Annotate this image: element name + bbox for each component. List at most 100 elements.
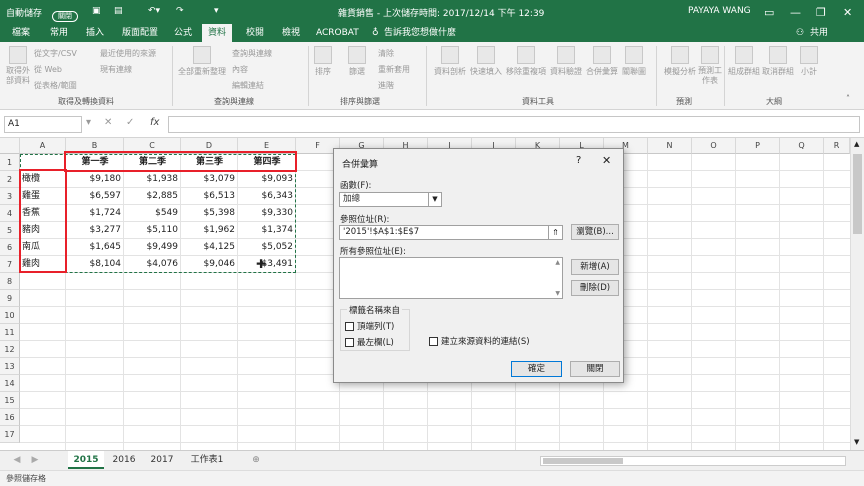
ok-button[interactable]: 確定 — [511, 361, 562, 377]
row-header[interactable]: 13 — [0, 358, 20, 375]
reapply-button[interactable]: 重新套用 — [378, 64, 410, 75]
tab-formulas[interactable]: 公式 — [174, 24, 192, 42]
filter-button[interactable]: 篩選 — [340, 46, 374, 77]
tab-file[interactable]: 檔案 — [12, 24, 30, 42]
top-row-checkbox[interactable]: 頂端列(T) — [345, 320, 394, 332]
tab-insert[interactable]: 插入 — [86, 24, 104, 42]
user-name[interactable]: PAYAYA WANG — [688, 6, 751, 16]
browse-button[interactable]: 瀏覽(B)... — [571, 224, 619, 240]
insert-function-icon[interactable]: fx — [150, 117, 159, 128]
redo-icon[interactable]: ↷ — [176, 6, 184, 16]
row-header[interactable]: 8 — [0, 273, 20, 290]
refresh-all-button[interactable]: 全部重新整理 — [176, 46, 228, 77]
row-header[interactable]: 2 — [0, 171, 20, 188]
tab-view[interactable]: 檢視 — [282, 24, 300, 42]
advanced-filter-button[interactable]: 進階 — [378, 80, 394, 91]
row-header[interactable]: 10 — [0, 307, 20, 324]
row-header[interactable]: 6 — [0, 239, 20, 256]
horizontal-scrollbar[interactable] — [540, 456, 846, 466]
get-data-button[interactable]: 取得外部資料 — [0, 46, 36, 86]
scroll-up-icon[interactable]: ▲ — [854, 140, 859, 148]
tell-me-search[interactable]: 告訴我您想做什麼 — [384, 24, 456, 42]
existing-connections-button[interactable]: 現有連線 — [100, 64, 132, 75]
ribbon-display-icon[interactable]: ▭ — [764, 6, 774, 19]
column-header[interactable]: N — [648, 138, 692, 154]
from-web-button[interactable]: 從 Web — [34, 64, 62, 75]
delete-button[interactable]: 刪除(D) — [571, 280, 619, 296]
row-header[interactable]: 15 — [0, 392, 20, 409]
subtotal-button[interactable]: 小計 — [792, 46, 826, 77]
close-button[interactable]: 關閉 — [570, 361, 620, 377]
from-text-button[interactable]: 從文字/CSV — [34, 48, 77, 59]
flash-fill-button[interactable]: 快速填入 — [466, 46, 506, 77]
undo-icon[interactable]: ↶▾ — [148, 6, 160, 16]
maximize-icon[interactable]: ❐ — [816, 6, 826, 19]
row-header[interactable]: 17 — [0, 426, 20, 443]
row-header[interactable]: 14 — [0, 375, 20, 392]
scroll-thumb[interactable] — [853, 154, 862, 234]
text-to-columns-button[interactable]: 資料剖析 — [430, 46, 470, 77]
row-header[interactable]: 3 — [0, 188, 20, 205]
cancel-icon[interactable]: ✕ — [104, 117, 112, 128]
tab-scroll-right-icon[interactable]: ▶ — [28, 451, 42, 469]
tab-home[interactable]: 常用 — [50, 24, 68, 42]
row-header[interactable]: 11 — [0, 324, 20, 341]
dialog-close-icon[interactable]: ✕ — [602, 154, 611, 167]
enter-icon[interactable]: ✓ — [126, 117, 134, 128]
save-icon[interactable]: ▣ — [92, 6, 101, 16]
row-header[interactable]: 12 — [0, 341, 20, 358]
column-header[interactable]: A — [20, 138, 66, 154]
namebox-dropdown-icon[interactable]: ▾ — [86, 117, 91, 128]
sort-button[interactable]: 排序 — [306, 46, 340, 77]
sheet-tab-sheet1[interactable]: 工作表1 — [182, 451, 232, 469]
tab-data[interactable]: 資料 — [202, 24, 233, 42]
data-validation-button[interactable]: 資料驗證 — [546, 46, 586, 77]
edit-links-button[interactable]: 編輯連結 — [232, 80, 264, 91]
column-header[interactable]: P — [736, 138, 780, 154]
collapse-dialog-icon[interactable]: ⇑ — [548, 226, 562, 239]
sheet-tab-2015[interactable]: 2015 — [68, 451, 104, 469]
add-sheet-icon[interactable]: ⊕ — [248, 451, 264, 469]
print-icon[interactable]: ▤ — [114, 6, 123, 16]
column-header[interactable]: R — [824, 138, 850, 154]
all-references-list[interactable]: ▲ ▼ — [339, 257, 563, 299]
share-icon[interactable]: ⚇ — [796, 24, 804, 42]
queries-connections-button[interactable]: 查詢與連線 — [232, 48, 272, 59]
tab-scroll-left-icon[interactable]: ◀ — [10, 451, 24, 469]
clear-filter-button[interactable]: 清除 — [378, 48, 394, 59]
quick-access-dropdown-icon[interactable]: ▾ — [214, 6, 219, 16]
minimize-icon[interactable]: — — [790, 6, 801, 19]
sheet-tab-2017[interactable]: 2017 — [144, 451, 180, 469]
remove-duplicates-button[interactable]: 移除重複項 — [504, 46, 548, 77]
column-header[interactable]: O — [692, 138, 736, 154]
vertical-scrollbar[interactable]: ▲ ▼ — [850, 138, 864, 450]
create-links-checkbox[interactable]: 建立來源資料的連結(S) — [429, 335, 530, 347]
name-box[interactable]: A1 — [4, 116, 82, 133]
help-icon[interactable]: ? — [576, 155, 581, 166]
recent-sources-button[interactable]: 最近使用的來源 — [100, 48, 156, 59]
add-button[interactable]: 新增(A) — [571, 259, 619, 275]
row-header[interactable]: 5 — [0, 222, 20, 239]
share-button[interactable]: 共用 — [810, 24, 828, 42]
list-scroll-up-icon[interactable]: ▲ — [555, 259, 560, 266]
column-header[interactable]: Q — [780, 138, 824, 154]
close-icon[interactable]: ✕ — [843, 6, 852, 19]
row-header[interactable]: 9 — [0, 290, 20, 307]
scroll-down-icon[interactable]: ▼ — [854, 438, 859, 446]
relationships-button[interactable]: 關聯圖 — [614, 46, 654, 77]
row-header[interactable]: 16 — [0, 409, 20, 426]
reference-input[interactable]: '2015'!$A$1:$E$7 ⇑ — [339, 225, 563, 240]
row-header[interactable]: 1 — [0, 154, 20, 171]
function-select[interactable]: 加總 ▼ — [339, 192, 442, 207]
select-all-corner[interactable] — [0, 138, 20, 154]
row-header[interactable]: 4 — [0, 205, 20, 222]
horizontal-scroll-thumb[interactable] — [543, 458, 623, 464]
sheet-tab-2016[interactable]: 2016 — [106, 451, 142, 469]
list-scroll-down-icon[interactable]: ▼ — [555, 290, 560, 297]
tab-acrobat[interactable]: ACROBAT — [316, 24, 359, 42]
collapse-ribbon-icon[interactable]: ˄ — [846, 94, 850, 103]
tab-page-layout[interactable]: 版面配置 — [122, 24, 158, 42]
row-header[interactable]: 7 — [0, 256, 20, 273]
tab-review[interactable]: 校閱 — [246, 24, 264, 42]
chevron-down-icon[interactable]: ▼ — [428, 193, 441, 206]
